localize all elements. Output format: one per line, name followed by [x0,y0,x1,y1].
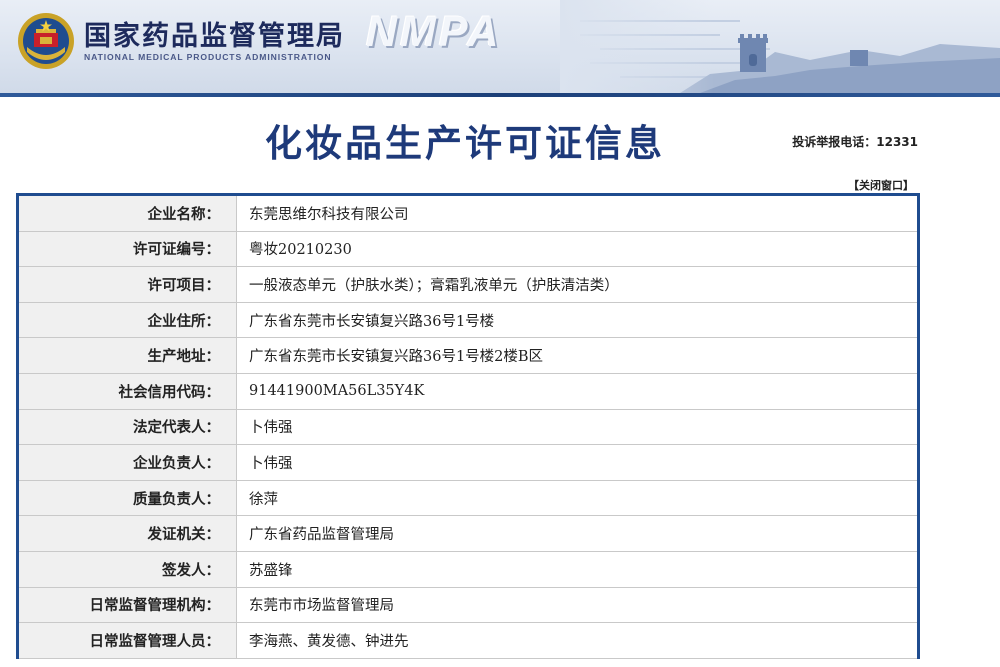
field-value: 东莞思维尔科技有限公司 [236,194,919,232]
table-row: 许可证编号： 粤妆20210230 [17,230,919,268]
table-row: 企业负责人： 卜伟强 [17,444,919,481]
field-value: 卜伟强 [236,408,919,446]
field-label: 企业负责人： [17,444,237,481]
table-row: 法定代表人： 卜伟强 [17,408,919,446]
field-value: 李海燕、黄发德、钟进先 [236,622,919,659]
field-label: 日常监督管理机构： [17,586,237,624]
brand-abbreviation: NMPA [366,8,502,56]
license-info-body: 企业名称： 东莞思维尔科技有限公司 许可证编号： 粤妆20210230 许可项目： 一般液… [17,194,919,659]
field-value: 一般液态单元（护肤水类）；膏霜乳液单元（护肤清洁类） [236,266,919,303]
table-row: 质量负责人： 徐萍 [17,479,919,517]
field-value: 广东省药品监督管理局 [236,515,919,552]
field-label: 企业住所： [17,301,237,339]
table-row: 日常监督管理机构： 东莞市市场监督管理局 [17,586,919,624]
table-row: 社会信用代码： 91441900MA56L35Y4K [17,372,919,410]
field-label: 许可项目： [17,266,237,303]
field-label: 发证机关： [17,515,237,552]
license-info-table: 企业名称： 东莞思维尔科技有限公司 许可证编号： 粤妆20210230 许可项目： 一般液… [16,193,920,659]
field-value: 粤妆20210230 [236,230,919,268]
header-bottom-bar [0,93,1000,97]
table-row: 生产地址： 广东省东莞市长安镇复兴路36号1号楼2楼B区 [17,337,919,374]
field-value: 卜伟强 [236,444,919,481]
table-row: 签发人： 苏盛锋 [17,550,919,588]
field-value: 东莞市市场监督管理局 [236,586,919,624]
table-row: 发证机关： 广东省药品监督管理局 [17,515,919,552]
brand-name-cn: 国家药品监督管理局 [84,21,345,52]
field-label: 质量负责人： [17,479,237,517]
page-title: 化妆品生产许可证信息 [265,121,665,165]
site-header-banner: 国家药品监督管理局 NATIONAL MEDICAL PRODUCTS ADMI… [0,0,1000,97]
field-label: 企业名称： [17,194,237,232]
field-label: 社会信用代码： [17,372,237,410]
field-value: 徐萍 [236,479,919,517]
close-window-link[interactable]: 【关闭窗口】 [848,177,914,193]
field-value: 苏盛锋 [236,550,919,588]
field-label: 法定代表人： [17,408,237,446]
table-row: 企业名称： 东莞思维尔科技有限公司 [17,194,919,232]
field-value: 广东省东莞市长安镇复兴路36号1号楼2楼B区 [236,337,919,374]
field-label: 签发人： [17,550,237,588]
table-row: 企业住所： 广东省东莞市长安镇复兴路36号1号楼 [17,301,919,339]
field-label: 许可证编号： [17,230,237,268]
table-row: 许可项目： 一般液态单元（护肤水类）；膏霜乳液单元（护肤清洁类） [17,266,919,303]
field-value: 91441900MA56L35Y4K [236,372,919,410]
table-row: 日常监督管理人员： 李海燕、黄发德、钟进先 [17,622,919,659]
field-label: 生产地址： [17,337,237,374]
field-label: 日常监督管理人员： [17,622,237,659]
complaint-hotline: 投诉举报电话：12331 [792,135,918,149]
brand-name-en: NATIONAL MEDICAL PRODUCTS ADMINISTRATION [84,52,332,62]
national-emblem-icon [18,13,74,69]
great-wall-illustration [560,0,1000,93]
field-value: 广东省东莞市长安镇复兴路36号1号楼 [236,301,919,339]
